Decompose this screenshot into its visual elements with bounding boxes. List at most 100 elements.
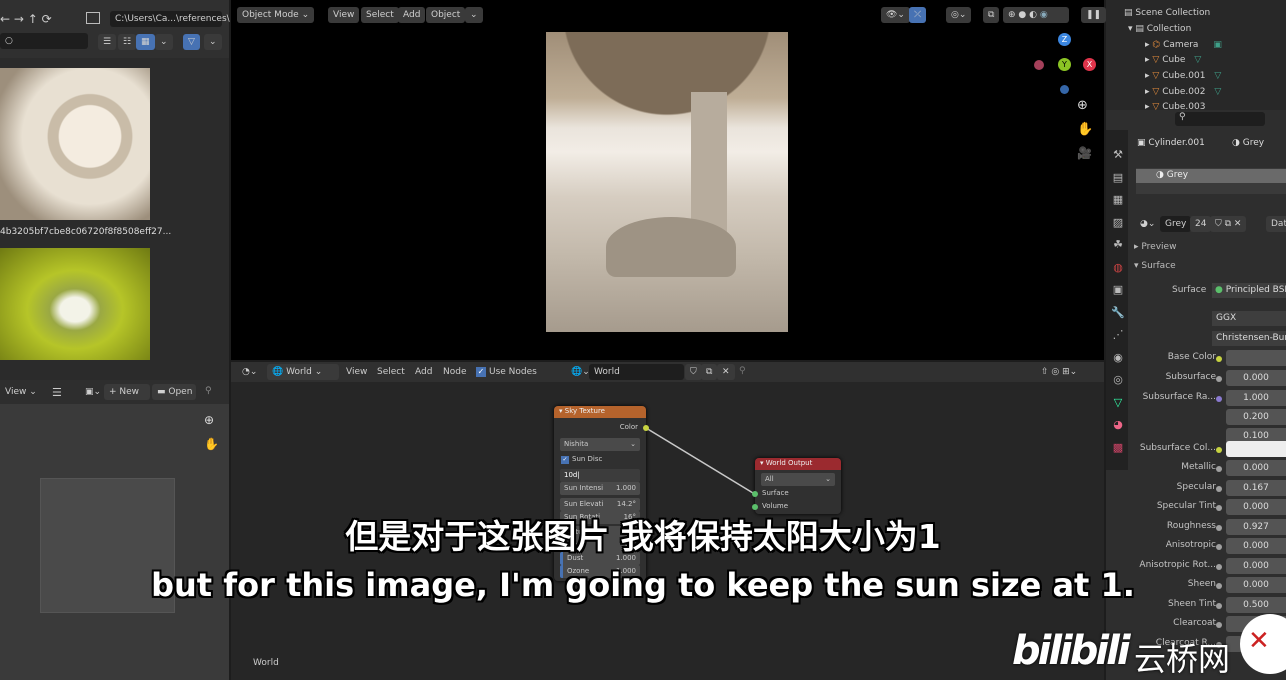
axis-y[interactable]: Y: [1058, 58, 1071, 71]
distribution-dropdown[interactable]: GGX: [1212, 311, 1286, 326]
select-menu[interactable]: Select: [361, 7, 399, 23]
filter-dropdown[interactable]: ⌄: [204, 34, 222, 50]
axis-neg-z[interactable]: [1060, 85, 1069, 94]
menu-icon[interactable]: ☰: [52, 386, 62, 399]
editor-footer-label: World: [253, 658, 279, 668]
socket-dot[interactable]: [1216, 447, 1222, 453]
data-link-dropdown[interactable]: Dat: [1266, 216, 1286, 232]
socket-dot[interactable]: [1216, 396, 1222, 402]
object-name: ▣ Cylinder.001: [1137, 138, 1205, 148]
socket-dot[interactable]: [1216, 622, 1222, 628]
material-actions[interactable]: ⛉ ⧉ ✕: [1210, 216, 1247, 232]
property-row[interactable]: Base Color: [1128, 350, 1286, 367]
property-value-field[interactable]: [1226, 441, 1286, 457]
property-row[interactable]: Metallic 0.000: [1128, 460, 1286, 477]
image-browse-button[interactable]: ▣⌄: [80, 384, 106, 400]
socket-dot[interactable]: [1216, 466, 1222, 472]
subtitle-chinese: 但是对于这张图片 我将保持太阳大小为1: [345, 517, 941, 556]
axis-neg-x[interactable]: [1034, 60, 1044, 70]
material-slot-grey[interactable]: ◑ Grey: [1136, 169, 1286, 183]
nav-arrows[interactable]: ← → ↑ ⟳: [0, 12, 52, 26]
preview-panel-header[interactable]: ▸ Preview: [1134, 242, 1176, 252]
view-menu[interactable]: View: [328, 7, 360, 23]
sun-size-input[interactable]: 10d|: [560, 469, 640, 482]
camera-icon[interactable]: 🎥: [1077, 146, 1092, 160]
outliner-item-cube-002[interactable]: ▸ ▽ Cube.002 ▽: [1145, 87, 1221, 97]
thumbnail-view-button[interactable]: ▦: [136, 34, 155, 50]
material-name-field[interactable]: Grey: [1160, 216, 1192, 232]
overlay-button[interactable]: ◎⌄: [946, 7, 972, 23]
zoom-icon[interactable]: ⊕: [1077, 98, 1088, 113]
transform-dropdown[interactable]: ⌄: [465, 7, 483, 23]
socket-dot[interactable]: [1216, 376, 1222, 382]
property-label: Subsurface Col...: [1139, 443, 1216, 453]
surface-input-socket[interactable]: [752, 491, 758, 497]
list-view2-button[interactable]: ☷: [118, 34, 137, 50]
search-field[interactable]: ○: [0, 33, 88, 49]
gizmo-toggle[interactable]: ⤫: [909, 7, 927, 23]
open-image-button[interactable]: ▬ Open: [152, 384, 196, 400]
scene-collection[interactable]: ▤ Scene Collection: [1124, 8, 1210, 18]
new-image-button[interactable]: + New: [104, 384, 150, 400]
property-row[interactable]: 0.200: [1128, 409, 1286, 426]
sun-intensity-field[interactable]: Sun Intensi 1.000: [560, 482, 640, 495]
property-label: Subsurface: [1165, 372, 1216, 382]
target-dropdown[interactable]: All ⌄: [761, 473, 835, 486]
xray-button[interactable]: ⧉: [983, 7, 1000, 23]
property-row[interactable]: Specular 0.167: [1128, 480, 1286, 497]
surface-panel-header[interactable]: ▾ Surface: [1134, 261, 1176, 271]
socket-dot[interactable]: [1216, 486, 1222, 492]
user-count[interactable]: 24: [1190, 216, 1212, 232]
3d-viewport[interactable]: Object Mode ⌄ View Select Add Object ⌄ 👁…: [231, 0, 1107, 360]
filter-button[interactable]: ▽: [183, 34, 200, 50]
path-field[interactable]: C:\Users\Ca...\references\: [110, 11, 230, 27]
subsurface-method-dropdown[interactable]: Christensen-Burley: [1212, 331, 1286, 346]
property-value-field[interactable]: 0.167: [1226, 480, 1286, 496]
property-value-field[interactable]: 1.000: [1226, 390, 1286, 406]
world-output-node[interactable]: ▾ World Output All ⌄ Surface Volume: [752, 458, 841, 514]
tab-icons[interactable]: ⚒ ▤ ▦ ▨ ☘ ◍ ▣ 🔧 ⋰ ◉ ◎ ▽ ◕ ▩: [1110, 144, 1126, 459]
visibility-button[interactable]: 👁⌄: [881, 7, 910, 23]
property-value-field[interactable]: 0.000: [1226, 370, 1286, 386]
axis-z[interactable]: Z: [1058, 33, 1071, 46]
thumbnail-round-room[interactable]: [0, 68, 150, 220]
hand-icon[interactable]: ✋: [204, 437, 219, 451]
zoom-icon[interactable]: ⊕: [204, 413, 214, 427]
add-menu[interactable]: Add: [398, 7, 426, 23]
thumbnail-green-curtains[interactable]: [0, 248, 150, 360]
outliner-item-cube[interactable]: ▸ ▽ Cube ▽: [1145, 55, 1201, 65]
shading-wire[interactable]: ⊕ ● ◐ ◉: [1003, 7, 1069, 23]
property-label: Clearcoat: [1173, 618, 1216, 628]
property-value-field[interactable]: 0.000: [1226, 460, 1286, 476]
outliner-item-camera[interactable]: ▸ ⌬ Camera ▣: [1145, 40, 1222, 50]
socket-dot[interactable]: [1216, 356, 1222, 362]
axis-x[interactable]: X: [1083, 58, 1096, 71]
new-folder-icon[interactable]: [86, 12, 100, 24]
outliner-item-cube-003[interactable]: ▸ ▽ Cube.003: [1145, 102, 1205, 110]
color-output-socket[interactable]: [643, 425, 649, 431]
surface-shader-button[interactable]: ● Principled BSDF: [1212, 283, 1286, 298]
material-browse[interactable]: ◕⌄: [1135, 216, 1160, 232]
list-view-button[interactable]: ☰: [98, 34, 117, 50]
pin-icon[interactable]: ⚲: [205, 386, 212, 396]
sun-disc-label: Sun Disc: [572, 455, 603, 463]
subtitle-english: but for this image, I'm going to keep th…: [151, 566, 1135, 604]
property-value-field[interactable]: 0.200: [1226, 409, 1286, 425]
properties-search[interactable]: ⚲: [1175, 112, 1265, 126]
surface-label: Surface: [1172, 285, 1207, 295]
collection-row[interactable]: ▾ ▤ Collection: [1128, 24, 1191, 34]
display-dropdown[interactable]: ⌄: [155, 34, 173, 50]
property-row[interactable]: Subsurface 0.000: [1128, 370, 1286, 387]
property-row[interactable]: Subsurface Ra... 1.000: [1128, 390, 1286, 407]
object-mode-dropdown[interactable]: Object Mode ⌄: [237, 7, 315, 23]
object-menu[interactable]: Object: [426, 7, 466, 23]
property-row[interactable]: Subsurface Col...: [1128, 441, 1286, 458]
outliner-item-cube-001[interactable]: ▸ ▽ Cube.001 ▽: [1145, 71, 1221, 81]
property-label: Subsurface Ra...: [1142, 392, 1216, 402]
pause-button[interactable]: ❚❚: [1081, 7, 1107, 23]
property-value-field[interactable]: [1226, 350, 1286, 366]
hand-icon[interactable]: ✋: [1077, 122, 1093, 137]
sky-type-dropdown[interactable]: Nishita ⌄: [560, 438, 640, 451]
view-menu[interactable]: View ⌄: [0, 384, 42, 400]
sun-disc-checkbox[interactable]: ✓: [561, 456, 569, 464]
